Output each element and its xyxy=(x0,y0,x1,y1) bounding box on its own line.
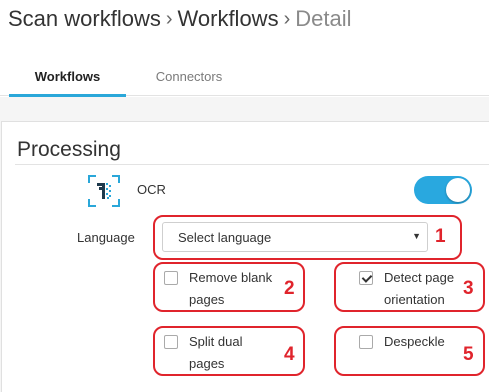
checkbox-box[interactable] xyxy=(359,335,373,349)
annotation-number-1: 1 xyxy=(435,226,446,247)
language-select-value: Select language xyxy=(178,230,272,245)
breadcrumb-scan-workflows[interactable]: Scan workflows xyxy=(8,6,161,32)
tab-connectors[interactable]: Connectors xyxy=(134,56,244,96)
ocr-toggle[interactable] xyxy=(414,176,472,204)
section-title: Processing xyxy=(17,138,121,161)
checkbox-box[interactable] xyxy=(164,335,178,349)
annotation-number-3: 3 xyxy=(463,278,474,299)
checkbox-box-checked[interactable] xyxy=(359,271,373,285)
language-label: Language xyxy=(77,230,135,245)
despeckle-checkbox[interactable]: Despeckle xyxy=(359,333,474,353)
checkbox-label: Detect page orientation xyxy=(384,270,455,307)
checkbox-label: Split dual pages xyxy=(189,334,243,371)
breadcrumb-separator: › xyxy=(165,7,173,30)
language-select[interactable]: Select language ▼ xyxy=(162,222,428,252)
checkbox-label: Remove blank pages xyxy=(189,270,273,307)
checkbox-box[interactable] xyxy=(164,271,178,285)
checkbox-label: Despeckle xyxy=(384,334,445,349)
annotation-number-2: 2 xyxy=(284,278,295,299)
breadcrumb-workflows[interactable]: Workflows xyxy=(178,6,279,32)
detect-page-orientation-checkbox[interactable]: Detect page orientation xyxy=(359,269,474,311)
toggle-knob xyxy=(446,178,470,202)
ocr-scan-icon xyxy=(88,175,120,207)
split-dual-pages-checkbox[interactable]: Split dual pages xyxy=(164,333,279,375)
breadcrumb: Scan workflows › Workflows › Detail xyxy=(8,4,352,34)
breadcrumb-separator: › xyxy=(283,7,291,30)
chevron-down-icon: ▼ xyxy=(412,231,421,241)
ocr-label: OCR xyxy=(137,182,166,197)
tab-bar: Workflows Connectors xyxy=(0,56,489,97)
remove-blank-pages-checkbox[interactable]: Remove blank pages xyxy=(164,269,279,311)
section-divider xyxy=(15,164,489,165)
annotation-number-4: 4 xyxy=(284,344,295,365)
annotation-number-5: 5 xyxy=(463,344,474,365)
breadcrumb-detail: Detail xyxy=(295,6,352,31)
tab-workflows[interactable]: Workflows xyxy=(9,56,126,97)
